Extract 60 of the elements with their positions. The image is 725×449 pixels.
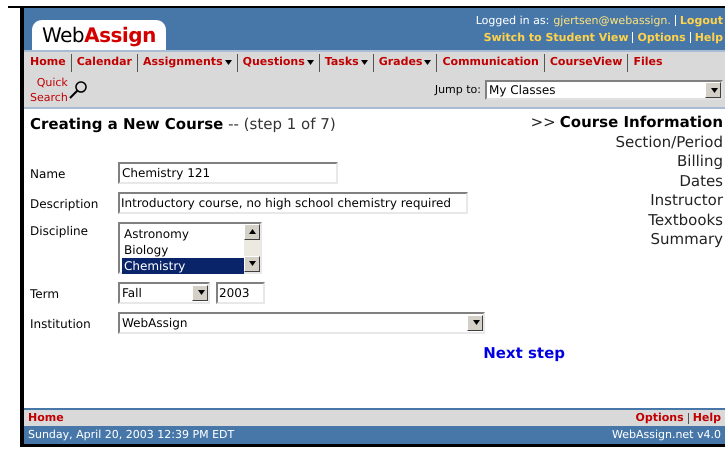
nav-link[interactable]: Questions — [242, 54, 314, 71]
step-item: Textbooks — [648, 210, 723, 230]
footer-link[interactable]: Help — [692, 410, 721, 426]
jump-to-label: Jump to: — [434, 82, 481, 98]
step-item: Course Information — [560, 113, 723, 132]
discipline-listbox[interactable]: Astronomy Biology Chemistry — [118, 222, 262, 274]
step-item: Dates — [679, 172, 723, 191]
header-link[interactable]: Switch to Student View — [484, 29, 628, 46]
quick-search-link[interactable]: Quick Search — [30, 75, 88, 105]
nav-link[interactable]: Tasks — [324, 54, 368, 71]
list-option[interactable]: Astronomy — [122, 226, 244, 242]
nav-link[interactable]: Assignments — [142, 54, 232, 71]
nav-link[interactable]: Home — [30, 54, 66, 71]
date-time: Sunday, April 20, 2003 12:39 PM EDT — [28, 426, 234, 443]
next-step-link[interactable]: Next step — [483, 342, 565, 364]
nav-link[interactable]: Grades — [378, 54, 432, 71]
dropdown-arrow-icon — [472, 320, 480, 325]
footer-home-link[interactable]: Home — [28, 410, 64, 426]
step-item: Instructor — [650, 191, 723, 210]
institution-select[interactable]: WebAssign — [118, 312, 485, 334]
scroll-up-icon — [248, 229, 256, 234]
search-icon — [68, 80, 88, 100]
version-text: WebAssign.net v4.0 — [612, 426, 721, 443]
field-label: Institution — [30, 316, 92, 332]
dropdown-button[interactable] — [467, 314, 483, 330]
step-indicator: -- (step 1 of 7) — [228, 115, 336, 133]
logo-text: WebAssign — [42, 22, 156, 49]
field-label: Description — [30, 196, 100, 212]
dropdown-button[interactable] — [192, 284, 208, 300]
step-item: Summary — [650, 230, 723, 250]
description-field[interactable]: Introductory course, no high school chemistry required — [118, 192, 468, 214]
scrollbar[interactable] — [244, 224, 260, 272]
scroll-down-icon — [248, 261, 256, 266]
term-select[interactable]: Fall — [118, 282, 210, 304]
current-step-marker: >> — [530, 113, 556, 132]
nav-link[interactable]: Calendar — [76, 54, 132, 71]
logged-in-label: Logged in as: — [476, 13, 550, 29]
dropdown-button[interactable] — [705, 82, 721, 98]
jump-to-select[interactable]: My Classes — [485, 80, 723, 100]
logout-link[interactable]: Logout — [680, 12, 723, 29]
list-option[interactable]: Chemistry — [122, 258, 244, 274]
nav-link[interactable]: Communication — [442, 54, 539, 71]
name-field[interactable]: Chemistry 121 — [118, 162, 338, 184]
field-label: Discipline — [30, 222, 90, 240]
year-field[interactable]: 2003 — [216, 282, 265, 304]
footer-link[interactable]: Options — [635, 410, 684, 426]
field-label: Term — [30, 286, 60, 302]
list-option[interactable]: Biology — [122, 242, 244, 258]
step-item: Section/Period — [615, 132, 723, 152]
header-link[interactable]: Help — [694, 29, 723, 46]
nav-link[interactable]: CourseView — [550, 54, 622, 71]
page-title: Creating a New Course — [30, 115, 224, 133]
dropdown-arrow-icon — [198, 290, 204, 295]
nav-link[interactable]: Files — [633, 54, 663, 71]
field-label: Name — [30, 166, 66, 182]
user-email: gjertsen@webassign. — [553, 13, 671, 29]
dropdown-arrow-icon — [710, 88, 718, 92]
header-link[interactable]: Options — [637, 29, 686, 46]
step-item: Billing — [677, 152, 723, 172]
logo[interactable]: WebAssign — [32, 20, 166, 50]
